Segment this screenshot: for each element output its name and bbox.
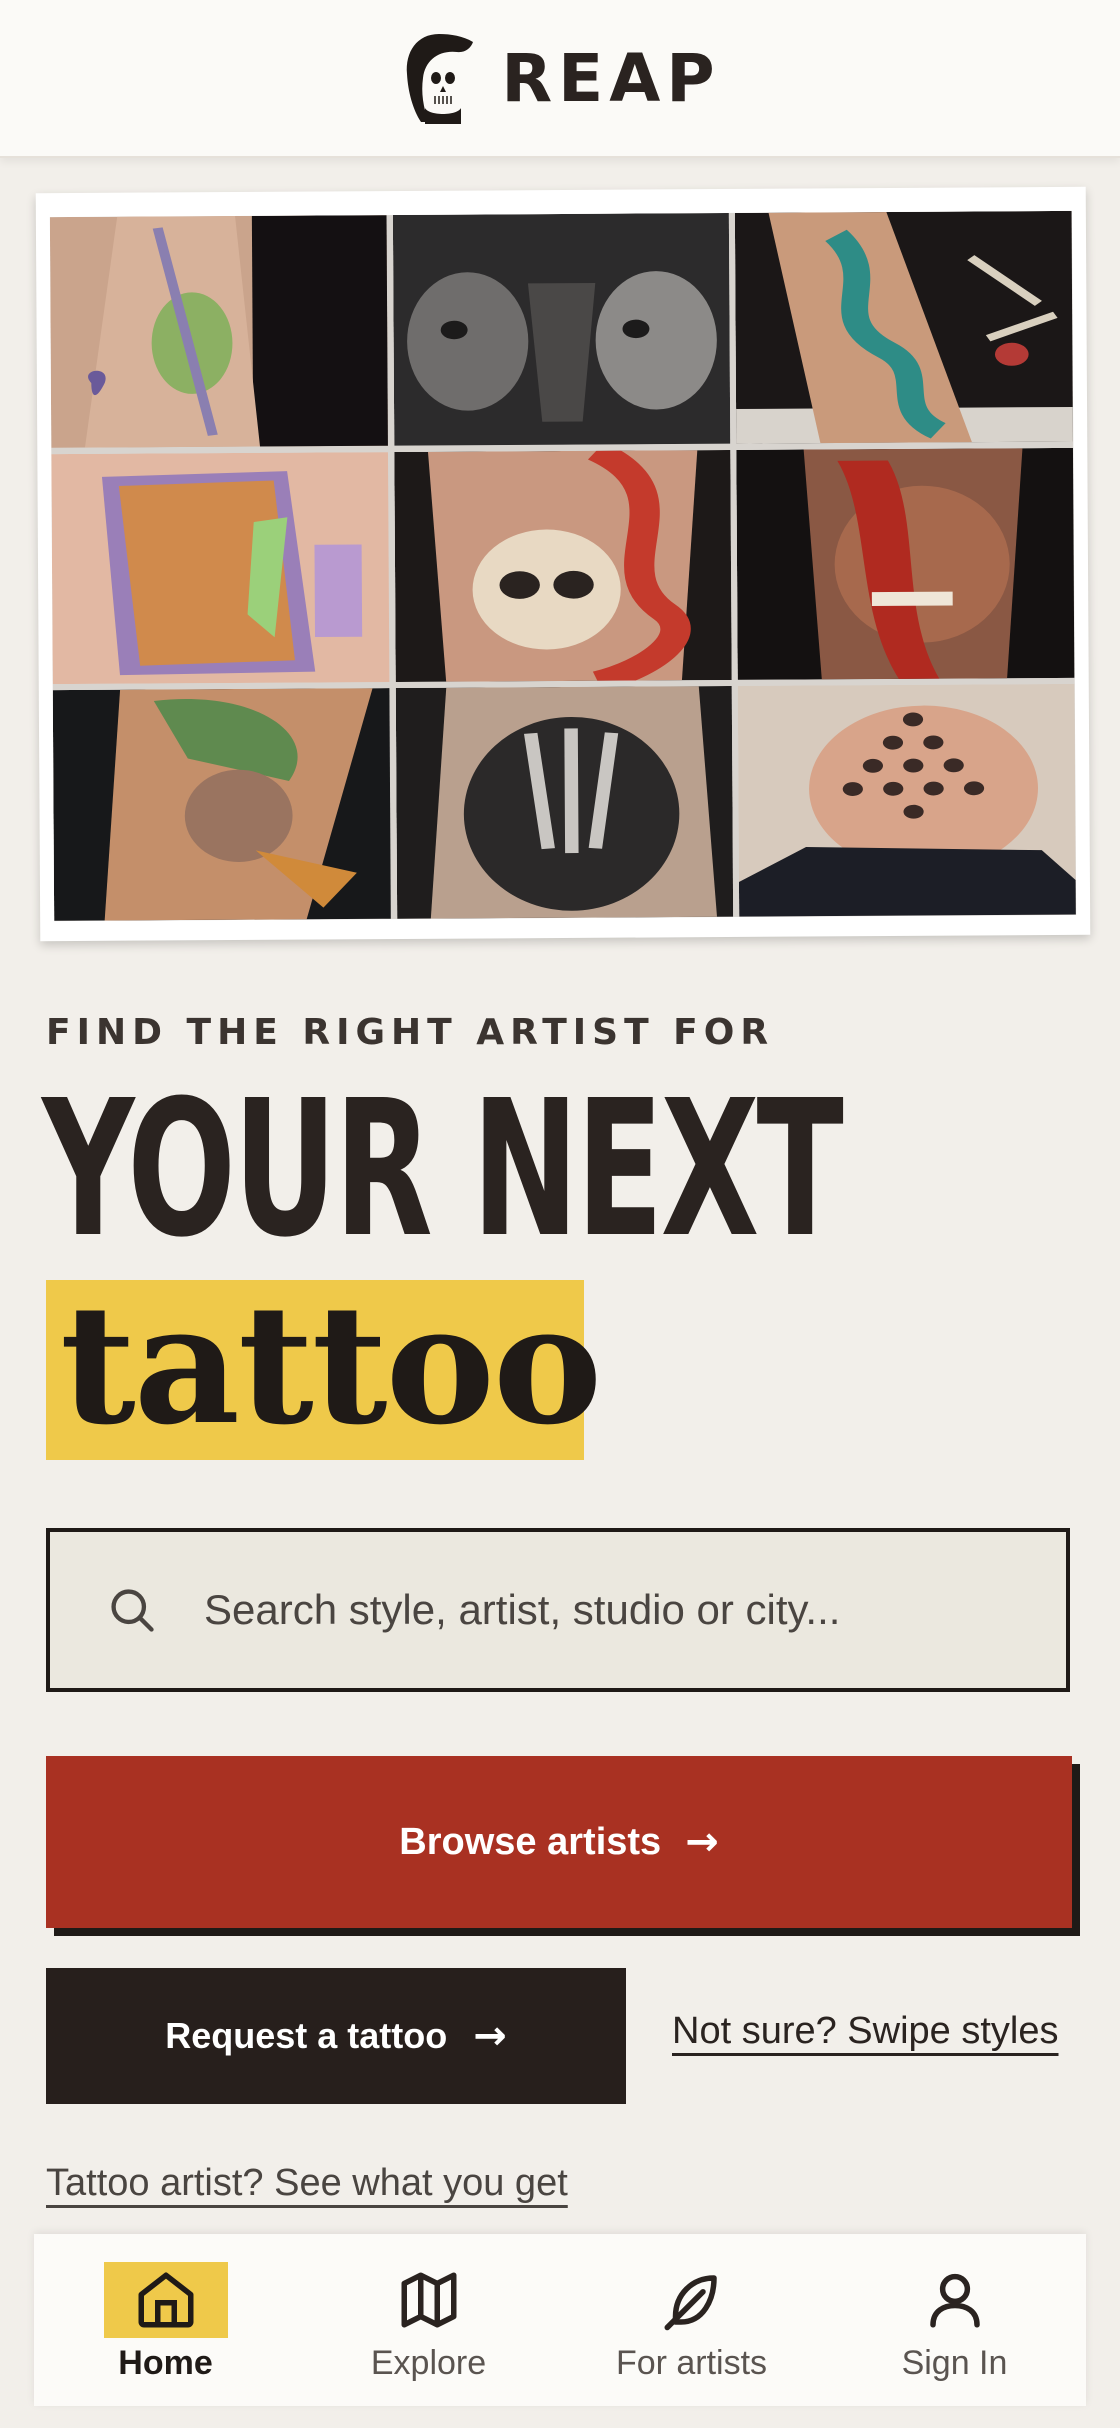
search-bar[interactable] [46,1528,1070,1692]
tab-explore[interactable]: Explore [297,2234,560,2406]
collage-tile-teal-dragon[interactable] [735,210,1074,444]
hero-eyebrow: FIND THE RIGHT ARTIST FOR [46,1012,775,1053]
collage-tile-dark-knight[interactable] [395,686,734,920]
app-header: REAP [0,0,1120,158]
tab-for-artists[interactable]: For artists [560,2234,823,2406]
brand-logo[interactable]: REAP [399,30,720,126]
home-icon [138,2272,193,2328]
bottom-tab-bar: Home Explore For artists Sign In [34,2234,1086,2406]
collage-tile-cartoon-character[interactable] [51,451,390,685]
request-tattoo-button[interactable]: Request a tattoo → [46,1968,626,2104]
request-tattoo-label: Request a tattoo [165,2015,448,2056]
collage-tile-dotwork-head[interactable] [738,684,1077,917]
tab-sign-in-label: Sign In [901,2344,1008,2382]
feather-icon [664,2275,717,2331]
collage-tile-skull-snake[interactable] [393,449,733,683]
hero-highlight-word: tattoo [60,1268,602,1461]
brand-name: REAP [501,39,721,117]
reaper-skull-icon [407,34,474,124]
tab-home[interactable]: Home [34,2234,297,2406]
collage-tile-devil-face[interactable] [736,447,1075,681]
search-input[interactable] [202,1585,1046,1635]
tab-explore-label: Explore [370,2344,487,2382]
collage-tile-frog-sword[interactable] [49,215,388,448]
tattoo-collage [35,186,1091,942]
tab-home-highlight [103,2262,228,2338]
user-icon [929,2273,980,2328]
map-icon [401,2272,456,2328]
browse-artists-label: Browse artists [399,1820,662,1863]
arrow-right-icon: → [685,1819,719,1865]
tattoo-artist-link[interactable]: Tattoo artist? See what you get [46,2162,568,2205]
tab-sign-in[interactable]: Sign In [823,2234,1086,2406]
collage-tile-mermaid-portrait[interactable] [52,688,391,922]
browse-artists-button[interactable]: Browse artists → [46,1756,1072,1928]
swipe-styles-link[interactable]: Not sure? Swipe styles [672,2010,1059,2053]
tab-home-label: Home [118,2344,213,2382]
collage-tile-egyptian-faces[interactable] [392,212,731,446]
search-icon [111,1589,154,1632]
arrow-right-icon: → [473,2013,507,2059]
hero-headline: YOUR NEXT [42,1060,844,1279]
tab-for-artists-label: For artists [615,2344,768,2382]
